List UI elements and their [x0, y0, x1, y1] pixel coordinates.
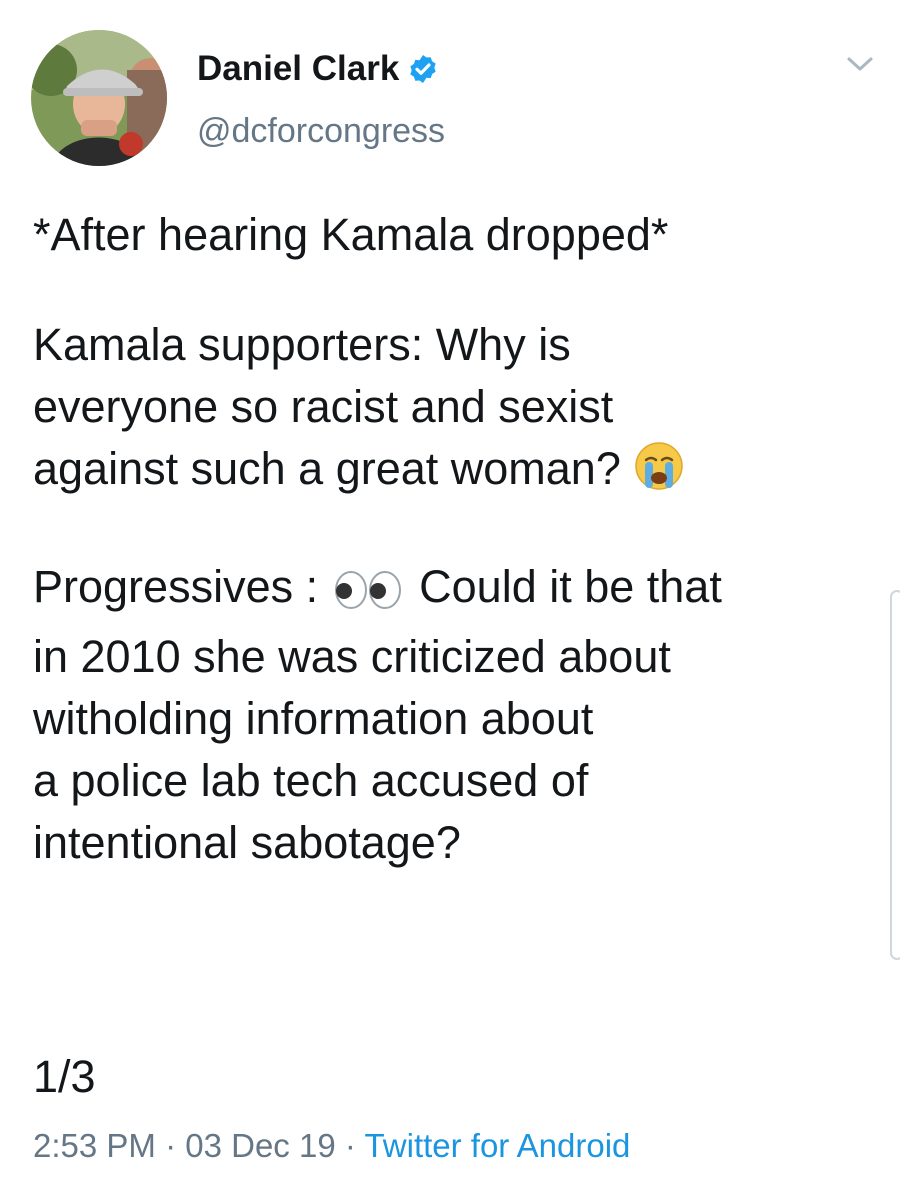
- meta-separator: ·: [344, 1127, 356, 1164]
- tweet-line: against such a great woman?: [33, 438, 863, 508]
- verified-badge-icon: [407, 53, 439, 85]
- tweet-date[interactable]: 03 Dec 19: [185, 1127, 335, 1164]
- profile-photo: [31, 30, 167, 166]
- tweet-paragraph: Kamala supporters: Why is everyone so ra…: [33, 314, 863, 508]
- tweet-line: a police lab tech accused of: [33, 755, 589, 806]
- tweet-line: intentional sabotage?: [33, 817, 461, 868]
- meta-separator: ·: [165, 1127, 177, 1164]
- tweet-source-link[interactable]: Twitter for Android: [364, 1127, 630, 1164]
- tweet-line: witholding information about: [33, 693, 594, 744]
- tweet-line: *After hearing Kamala dropped*: [33, 209, 669, 260]
- tweet-menu-button[interactable]: [838, 48, 882, 84]
- tweet-line: Kamala supporters: Why is: [33, 319, 571, 370]
- user-handle[interactable]: @dcforcongress: [197, 111, 445, 151]
- crying-face-emoji: [633, 440, 685, 508]
- tweet-line: everyone so racist and sexist: [33, 381, 614, 432]
- tweet-line: Progressives : Could it be that: [33, 556, 863, 626]
- eyes-emoji: [331, 564, 407, 626]
- tweet-paragraph: Progressives : Could it be that in 2010 …: [33, 556, 863, 874]
- tweet-text: *After hearing Kamala dropped* Kamala su…: [33, 204, 863, 874]
- display-name-text: Daniel Clark: [197, 49, 400, 88]
- tweet-line-text: Progressives :: [33, 561, 319, 612]
- scrollbar[interactable]: [890, 590, 900, 960]
- tweet-time[interactable]: 2:53 PM: [33, 1127, 156, 1164]
- thread-count: 1/3: [33, 1051, 96, 1102]
- tweet-line-text: Could it be that: [419, 561, 722, 612]
- tweet-paragraph: *After hearing Kamala dropped*: [33, 204, 863, 266]
- tweet-metadata: 2:53 PM · 03 Dec 19 · Twitter for Androi…: [33, 1124, 630, 1168]
- tweet-line: in 2010 she was criticized about: [33, 631, 671, 682]
- display-name[interactable]: Daniel Clark: [197, 49, 439, 89]
- chevron-down-icon: [846, 55, 874, 78]
- avatar[interactable]: [31, 30, 167, 166]
- tweet-line-text: against such a great woman?: [33, 443, 621, 494]
